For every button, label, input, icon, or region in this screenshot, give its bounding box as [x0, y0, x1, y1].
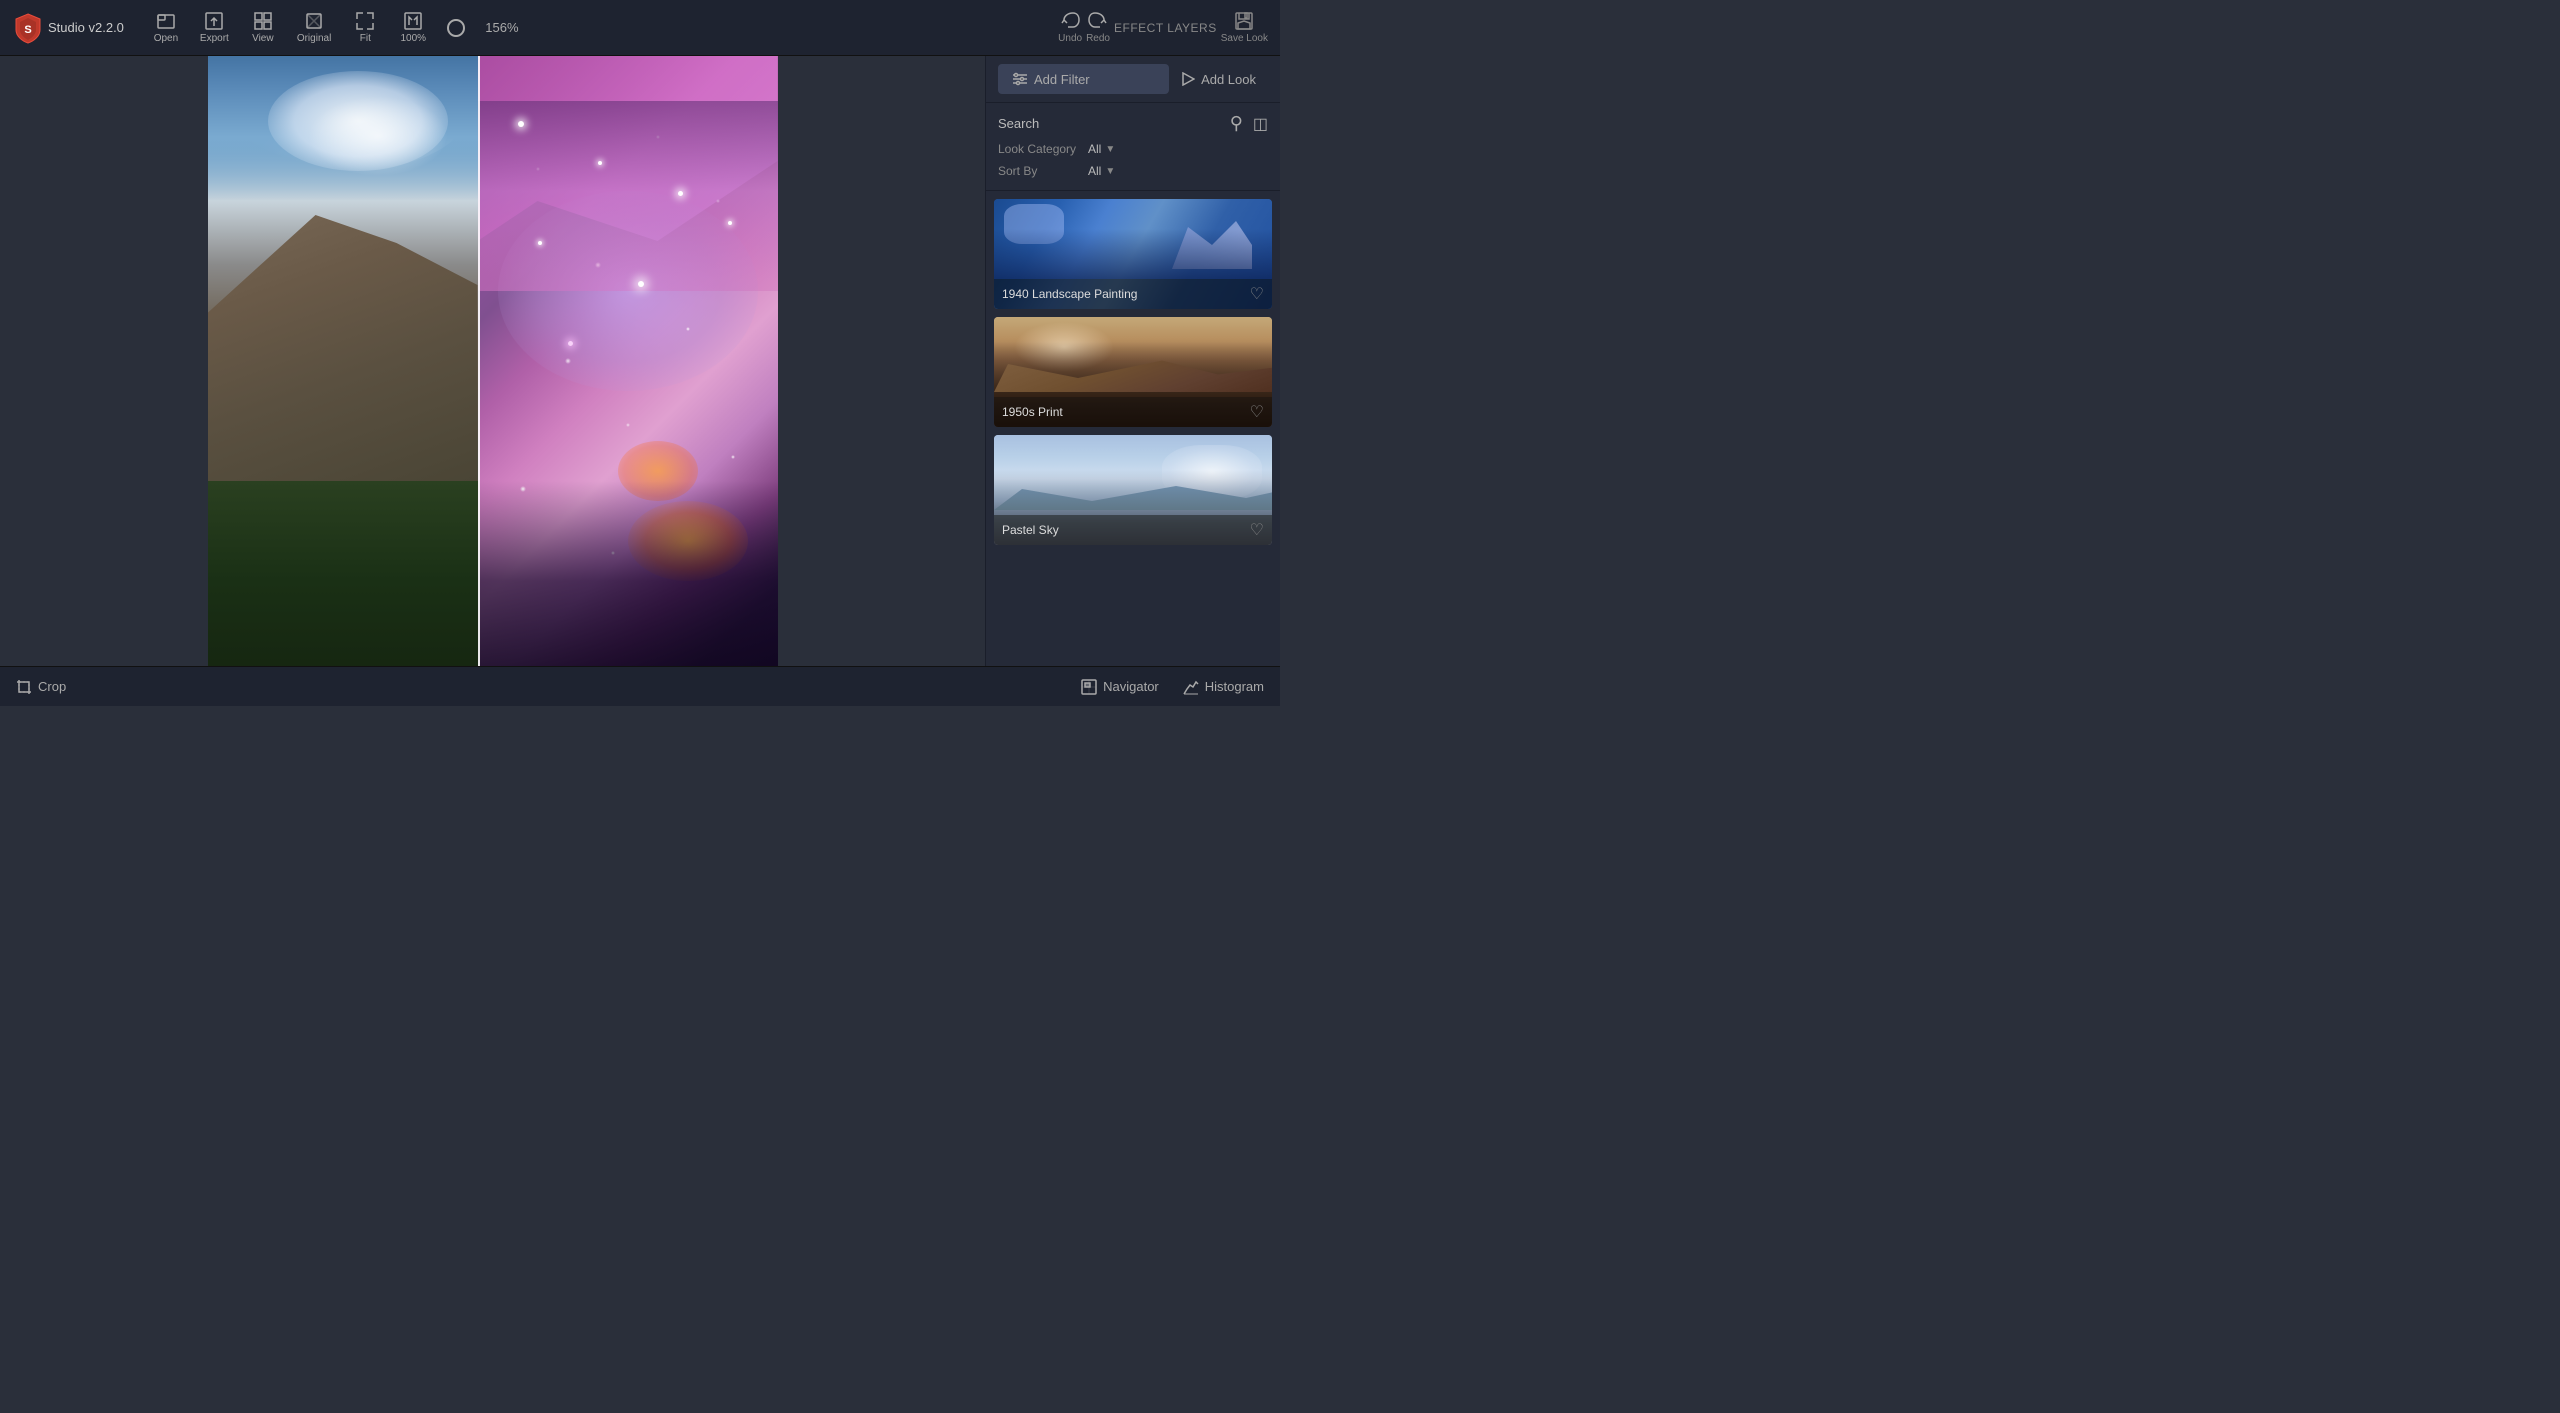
look-label-pastel: Pastel Sky ♡ [994, 515, 1272, 545]
look-category-chevron: ▼ [1105, 144, 1115, 155]
toolbar: S Studio v2.2.0 Open Export View [0, 0, 1280, 56]
search-icons: ⚲ ◫ [1230, 113, 1268, 134]
save-look-button[interactable]: Save Look [1221, 11, 1268, 44]
navigator-icon [1081, 679, 1097, 695]
look-category-select[interactable]: All ▼ [1088, 142, 1115, 156]
canvas-area[interactable] [0, 56, 985, 666]
sort-by-select[interactable]: All ▼ [1088, 164, 1115, 178]
zoom100-button[interactable]: 100% [391, 7, 435, 48]
look-item[interactable]: 1940 Landscape Painting ♡ [994, 199, 1272, 309]
svg-text:S: S [24, 24, 31, 36]
fit-button[interactable]: Fit [343, 7, 387, 48]
look-item-3[interactable]: Pastel Sky ♡ [994, 435, 1272, 545]
histogram-icon [1183, 679, 1199, 695]
look-label-1950s: 1950s Print ♡ [994, 397, 1272, 427]
search-row: Search ⚲ ◫ [998, 113, 1268, 134]
effect-layers-label: EFFECT LAYERS [1114, 21, 1217, 35]
look-category-label: Look Category [998, 142, 1088, 156]
stylized-image [478, 56, 778, 666]
heart-icon-1940[interactable]: ♡ [1250, 284, 1264, 304]
navigator-button[interactable]: Navigator [1081, 679, 1159, 695]
zoom-level: 156% [485, 20, 518, 35]
panel-header: Add Filter Add Look [986, 56, 1280, 103]
search-area: Search ⚲ ◫ Look Category All ▼ Sort By A… [986, 103, 1280, 191]
add-look-button[interactable]: Add Look [1169, 65, 1268, 94]
search-label: Search [998, 116, 1039, 131]
redo-button[interactable]: Redo [1086, 11, 1110, 44]
bottom-bar: Crop Navigator Histogram [0, 666, 1280, 706]
crop-button[interactable]: Crop [16, 679, 66, 695]
original-button[interactable]: Original [289, 7, 339, 48]
original-image [208, 56, 478, 666]
app-logo: S [12, 12, 44, 44]
looks-grid: 1940 Landscape Painting ♡ 1950s Print ♡ [986, 191, 1280, 666]
image-container [208, 56, 778, 666]
main-area: Add Filter Add Look Search ⚲ ◫ Look Cate… [0, 56, 1280, 666]
play-icon [1181, 72, 1195, 86]
grid-view-button[interactable]: ◫ [1253, 114, 1268, 134]
look-name-pastel: Pastel Sky [1002, 523, 1059, 537]
add-filter-button[interactable]: Add Filter [998, 64, 1169, 94]
crop-icon [16, 679, 32, 695]
undo-button[interactable]: Undo [1058, 11, 1082, 44]
sort-by-chevron: ▼ [1105, 166, 1115, 177]
heart-icon-pastel[interactable]: ♡ [1250, 520, 1264, 540]
look-name-1940: 1940 Landscape Painting [1002, 287, 1137, 301]
circle-tool[interactable] [447, 19, 465, 37]
look-item-2[interactable]: 1950s Print ♡ [994, 317, 1272, 427]
sort-by-row: Sort By All ▼ [998, 164, 1268, 178]
view-button[interactable]: View [241, 7, 285, 48]
search-icon-button[interactable]: ⚲ [1230, 113, 1243, 134]
export-button[interactable]: Export [192, 7, 237, 48]
look-name-1950s: 1950s Print [1002, 405, 1063, 419]
look-label-1940: 1940 Landscape Painting ♡ [994, 279, 1272, 309]
filter-icon [1012, 71, 1028, 87]
open-button[interactable]: Open [144, 7, 188, 48]
histogram-button[interactable]: Histogram [1183, 679, 1264, 695]
bottom-right-tools: Navigator Histogram [1081, 679, 1264, 695]
comparison-divider[interactable] [478, 56, 480, 666]
look-category-row: Look Category All ▼ [998, 142, 1268, 156]
heart-icon-1950s[interactable]: ♡ [1250, 402, 1264, 422]
right-panel: Add Filter Add Look Search ⚲ ◫ Look Cate… [985, 56, 1280, 666]
app-title: Studio v2.2.0 [48, 20, 124, 35]
sort-by-label: Sort By [998, 164, 1088, 178]
